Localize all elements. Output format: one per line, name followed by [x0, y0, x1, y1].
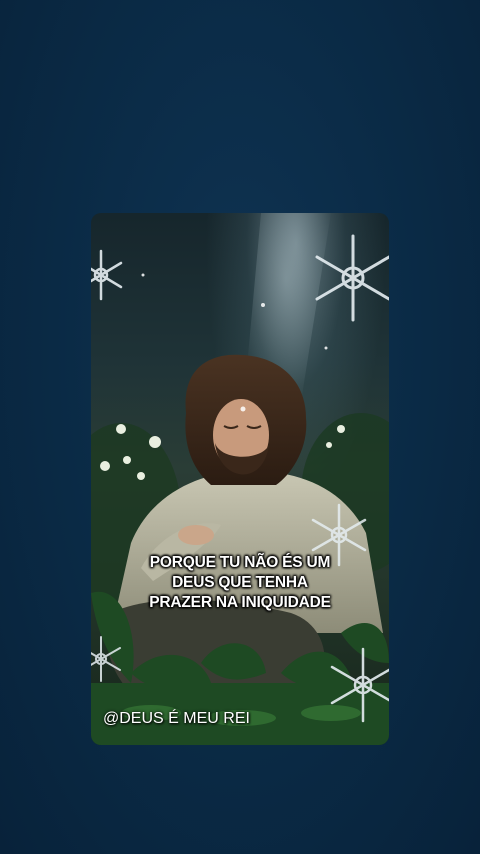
praying-figure-scene: [91, 213, 389, 745]
caption-line-3: PRAZER NA INIQUIDADE: [149, 594, 331, 611]
caption-line-1: PORQUE TU NÃO ÉS UM: [149, 554, 331, 571]
snowflake-icon: [91, 249, 123, 301]
scripture-caption: PORQUE TU NÃO ÉS UM DEUS QUE TENHA PRAZE…: [91, 553, 389, 613]
snowflake-icon: [315, 234, 389, 322]
video-card[interactable]: PORQUE TU NÃO ÉS UM DEUS QUE TENHA PRAZE…: [91, 213, 389, 745]
watermark-handle: @DEUS É MEU REI: [103, 710, 250, 727]
caption-line-2: DEUS QUE TENHA: [172, 574, 308, 591]
